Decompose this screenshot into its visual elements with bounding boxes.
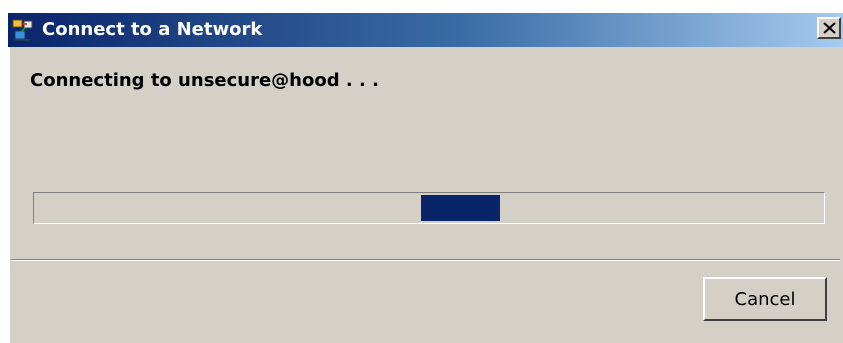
connection-progress-bar [33,192,825,224]
connect-dialog: Connect to a Network Connecting to unsec… [8,13,843,343]
close-icon [823,22,836,34]
close-button[interactable] [817,17,841,39]
connection-status-text: Connecting to unsecure@hood . . . [30,70,379,91]
progress-marquee-chunk [421,195,500,221]
title-bar[interactable]: Connect to a Network [8,13,843,47]
window-frame-edge [8,47,10,343]
cancel-button[interactable]: Cancel [703,277,827,321]
window-title: Connect to a Network [42,19,263,40]
network-connection-icon [12,19,34,41]
